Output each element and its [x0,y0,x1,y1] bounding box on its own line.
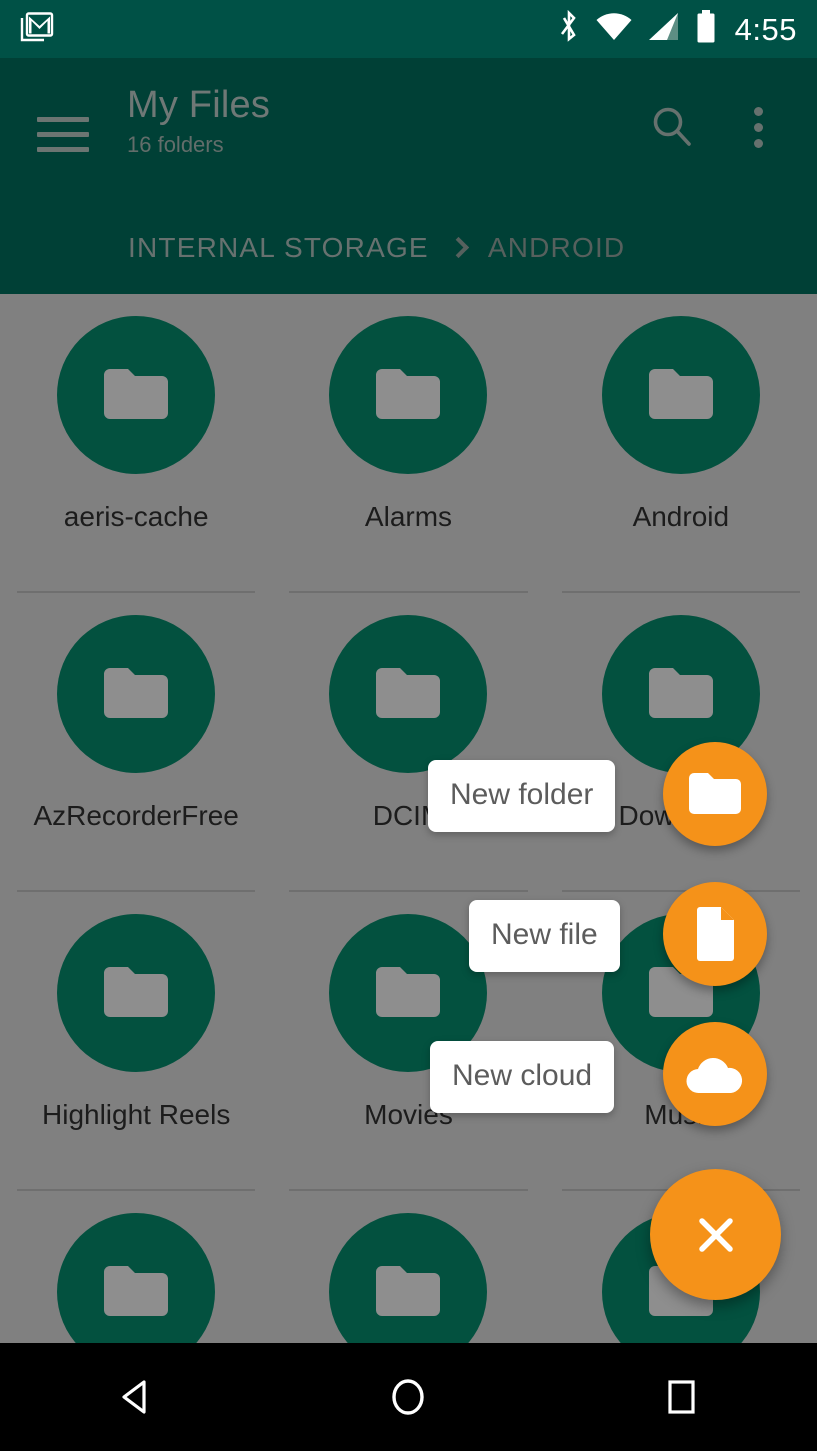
new-folder-fab[interactable] [663,742,767,846]
app-bar-actions [645,100,785,154]
recents-square-icon[interactable] [621,1343,741,1451]
file-icon [697,907,734,961]
folder-item[interactable]: Highlight Reels [0,892,272,1191]
bluetooth-icon [557,9,581,49]
folder-item[interactable]: Android [545,294,817,593]
folder-icon [329,316,488,474]
grid-row: AzRecorderFree DCIM Download [0,593,817,892]
folder-icon [57,914,216,1072]
fab-label-new-folder[interactable]: New folder [428,760,616,832]
battery-icon [695,9,717,49]
hamburger-menu-icon[interactable] [20,94,106,174]
fab-label-new-cloud[interactable]: New cloud [430,1041,615,1113]
page-title: My Files [127,84,271,126]
folder-item[interactable]: DCIM [272,593,544,892]
home-circle-icon[interactable] [348,1343,468,1451]
status-bar-clock: 4:55 [734,11,797,47]
cellular-signal-icon [647,12,681,47]
new-cloud-fab[interactable] [663,1022,767,1126]
breadcrumb-current[interactable]: ANDROID [488,230,626,266]
search-icon[interactable] [645,100,699,154]
folder-label: aeris-cache [63,501,209,532]
status-bar-system-icons: 4:55 [557,9,797,49]
more-vertical-icon[interactable] [731,100,785,154]
android-nav-bar [0,1343,817,1451]
gmail-icon [20,11,54,47]
folder-item[interactable]: Download [545,593,817,892]
folder-item[interactable]: aeris-cache [0,294,272,593]
folder-label: Android [632,501,730,532]
new-file-fab[interactable] [663,882,767,986]
app-bar: My Files 16 folders INTERNAL STORAGE AND… [0,58,817,294]
fab-label-new-file[interactable]: New file [469,900,620,972]
grid-row: aeris-cache Alarms Android [0,294,817,593]
folder-label: Highlight Reels [42,1099,231,1130]
folder-icon [601,316,760,474]
chevron-right-icon [447,236,469,258]
close-fab[interactable] [650,1169,781,1300]
phone-screen: 4:55 My Files 16 folders INTERNAL STORAG… [0,0,817,1451]
folder-icon [689,773,741,814]
breadcrumb-root[interactable]: INTERNAL STORAGE [128,230,429,266]
wifi-icon [595,12,633,47]
folder-icon [57,316,216,474]
cloud-icon [686,1058,743,1094]
page-subtitle: 16 folders [127,132,224,157]
folder-icon [57,615,216,773]
breadcrumb: INTERNAL STORAGE ANDROID [0,218,817,278]
folder-item[interactable]: Alarms [272,294,544,593]
status-bar-notifications [20,11,54,47]
folder-label: Alarms [364,501,453,532]
title-block: My Files 16 folders [127,82,270,160]
status-bar: 4:55 [0,0,817,58]
back-triangle-icon[interactable] [76,1343,196,1451]
close-icon [698,1217,733,1252]
folder-label: AzRecorderFree [33,800,239,831]
folder-item[interactable]: AzRecorderFree [0,593,272,892]
folder-icon [329,615,488,773]
